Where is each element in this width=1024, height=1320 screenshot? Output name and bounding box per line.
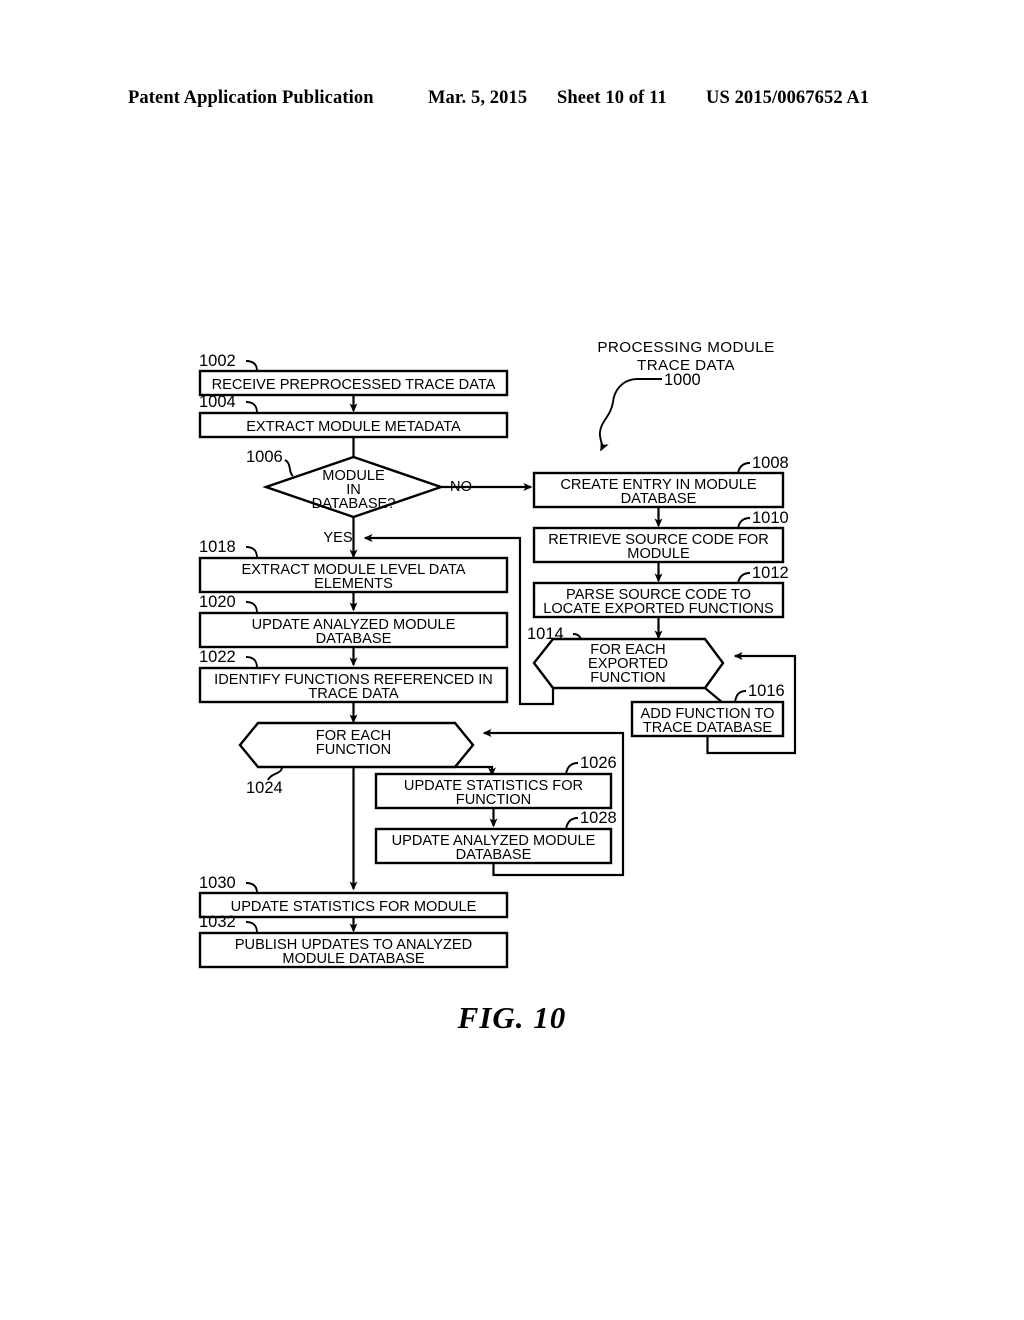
ref-1020: 1020 xyxy=(199,593,236,611)
node-1010-label-2: MODULE xyxy=(627,546,690,562)
ref-1028: 1028 xyxy=(580,809,617,827)
figure-caption: FIG. 10 xyxy=(457,1000,567,1035)
ref-1004: 1004 xyxy=(199,393,236,411)
ref-1032: 1032 xyxy=(199,913,236,931)
ref-1008: 1008 xyxy=(752,454,789,472)
node-1016-label-2: TRACE DATABASE xyxy=(643,720,772,736)
ref-1016: 1016 xyxy=(748,682,785,700)
node-1006-label-3: DATABASE? xyxy=(312,496,396,512)
node-1028-label-2: DATABASE xyxy=(456,847,532,863)
branch-label-yes: YES xyxy=(323,530,352,546)
ref-1030: 1030 xyxy=(199,874,236,892)
ref-1012: 1012 xyxy=(752,564,789,582)
node-1032-label-2: MODULE DATABASE xyxy=(282,951,424,967)
ref-1000: 1000 xyxy=(664,371,701,389)
node-1022-label-2: TRACE DATA xyxy=(308,686,399,702)
node-1012-label-2: LOCATE EXPORTED FUNCTIONS xyxy=(543,601,774,617)
ref-1018: 1018 xyxy=(199,538,236,556)
ref-1026: 1026 xyxy=(580,754,617,772)
patent-page: Patent Application Publication Mar. 5, 2… xyxy=(0,0,1024,1320)
flowchart-diagram: PROCESSING MODULE TRACE DATA 1000 1002 R… xyxy=(198,339,797,969)
node-1004-label-1: EXTRACT MODULE METADATA xyxy=(246,419,461,435)
ref-1006: 1006 xyxy=(246,448,283,466)
node-1026-label-2: FUNCTION xyxy=(456,792,531,808)
diagram-title-line1: PROCESSING MODULE xyxy=(597,339,774,356)
node-1030-label-1: UPDATE STATISTICS FOR MODULE xyxy=(231,899,477,915)
node-1020-label-2: DATABASE xyxy=(316,631,392,647)
ref-1022: 1022 xyxy=(199,648,236,666)
node-1018-label-2: ELEMENTS xyxy=(314,576,393,592)
node-1014-label-3: FUNCTION xyxy=(590,670,665,686)
node-1008-label-2: DATABASE xyxy=(621,491,697,507)
node-1024-label-2: FUNCTION xyxy=(316,742,391,758)
ref-1002: 1002 xyxy=(199,352,236,370)
node-1002-label-1: RECEIVE PREPROCESSED TRACE DATA xyxy=(212,377,496,393)
ref-1024: 1024 xyxy=(246,779,283,797)
ref-1010: 1010 xyxy=(752,509,789,527)
